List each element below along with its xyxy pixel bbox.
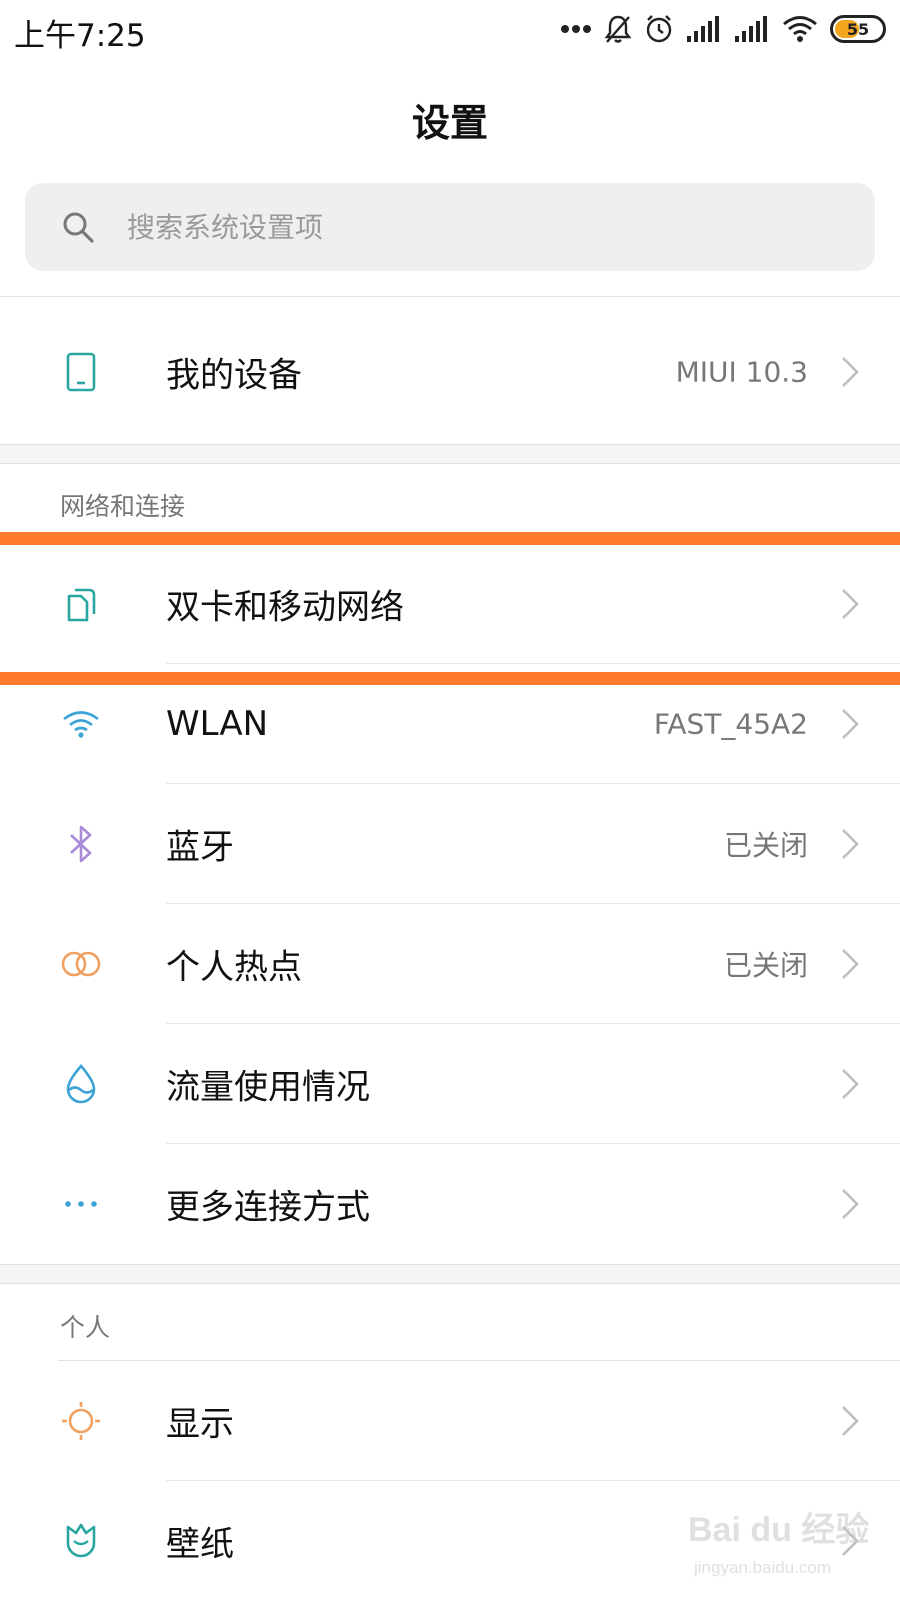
wallpaper-tulip-icon [58,1518,104,1564]
bluetooth-icon [58,821,104,867]
chevron-right-icon [842,949,859,979]
search-box[interactable] [25,183,875,271]
page-title: 设置 [411,101,488,145]
row-label: 我的设备 [166,355,302,396]
alarm-icon [646,15,672,43]
dual-sim-icon [58,581,104,627]
status-bar: 上午7:25 55 [0,0,900,58]
battery-percent: 55 [846,19,870,39]
row-label: 显示 [166,1404,234,1445]
section-header-personal: 个人 [60,1313,111,1342]
section-gap [0,1264,900,1284]
row-label: WLAN [166,704,269,744]
row-value: 已关闭 [723,949,808,982]
search-icon [63,212,94,243]
signal-sim1-icon [687,16,719,42]
baidu-jingyan-watermark: Bai du 经验 jingyan.baidu.com [688,1502,888,1592]
row-dual-sim[interactable]: 双卡和移动网络 [0,544,900,664]
highlight-line-top [0,532,900,545]
row-hotspot[interactable]: 个人热点 已关闭 [0,904,900,1024]
chevron-right-icon [842,1069,859,1099]
row-display[interactable]: 显示 [0,1361,900,1481]
watermark-sub: jingyan.baidu.com [694,1558,832,1577]
row-label: 壁纸 [166,1524,234,1565]
chevron-right-icon [842,709,859,739]
chevron-right-icon [842,357,859,387]
row-my-device[interactable]: 我的设备 MIUI 10.3 [0,312,900,432]
divider [0,296,900,297]
chevron-right-icon [842,1189,859,1219]
row-label: 双卡和移动网络 [166,587,404,628]
row-value: 已关闭 [723,829,808,862]
data-usage-icon [58,1061,104,1107]
row-more-connections[interactable]: 更多连接方式 [0,1144,900,1264]
row-bluetooth[interactable]: 蓝牙 已关闭 [0,784,900,904]
display-sun-icon [58,1398,104,1444]
chevron-right-icon [842,589,859,619]
chevron-right-icon [842,829,859,859]
more-connections-icon [58,1181,104,1227]
phone-icon [58,349,104,395]
signal-sim2-icon [735,16,767,42]
status-icons: 55 [560,12,886,46]
chevron-right-icon [842,1406,859,1436]
highlight-line-bottom [0,672,900,685]
wifi-icon [58,701,104,747]
row-data-usage[interactable]: 流量使用情况 [0,1024,900,1144]
row-label: 流量使用情况 [166,1067,370,1108]
wifi-icon [783,16,817,42]
battery-icon: 55 [830,15,886,43]
search-input[interactable] [127,183,827,271]
row-value: MIUI 10.3 [675,355,808,389]
row-label: 个人热点 [166,947,302,988]
watermark-main: Bai du 经验 [688,1511,870,1549]
section-gap [0,444,900,464]
mute-bell-icon [604,15,632,43]
row-value: FAST_45A2 [653,707,808,741]
row-label: 更多连接方式 [166,1187,370,1228]
row-label: 蓝牙 [166,827,234,868]
section-header-network: 网络和连接 [60,492,186,521]
more-dots-icon [561,25,591,33]
hotspot-icon [58,941,104,987]
status-time: 上午7:25 [14,18,146,54]
